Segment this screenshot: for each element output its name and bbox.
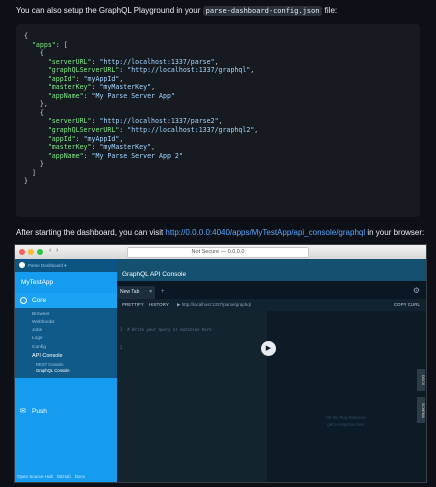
dashboard-sidebar: Parse Dashboard ▾ MyTestApp Core Browser… [15,259,117,482]
sidebar-item-jobs[interactable]: Jobs [32,328,42,333]
sidebar-item-browser[interactable]: Browser [32,312,50,317]
history-button[interactable]: HISTORY [149,299,169,311]
parse-logo-icon [19,262,25,268]
code-line: "appId": "myAppId", [47,74,124,83]
code-line: "masterKey": "myMasterKey", [47,143,156,152]
main-panel: GraphQL API Console New Tab × + ⚙ PRETTI… [117,259,426,482]
push-icon: ✉ [20,408,26,415]
endpoint-input[interactable]: ▶ http://localhost:1337/parse/graphql [177,299,251,311]
close-window-icon[interactable] [19,249,25,255]
config-file-name: parse-dashboard-config.json [202,6,323,16]
sidebar-item-logs[interactable]: Logs [32,336,42,341]
json-code-block: { "apps": [ { "serverURL": "http://local… [16,24,420,217]
sidebar-item-webhooks[interactable]: Webhooks [32,320,55,325]
code-line: } [24,177,28,186]
after-paragraph: After starting the dashboard, you can vi… [16,228,424,237]
response-hint-line1: Hit the Play Button to [326,415,366,420]
main-header: GraphQL API Console [117,259,426,281]
sidebar-item-api-console[interactable]: API Console [32,353,63,359]
forward-arrow-icon[interactable]: › [56,247,58,254]
code-line: "apps": [ [31,40,68,49]
graphql-toolbar: PRETTIFY HISTORY ▶ http://localhost:1337… [117,299,426,311]
code-line: } [24,160,44,169]
core-label: Core [32,297,47,304]
code-line: "appId": "myAppId", [47,134,124,143]
code-line: }, [24,100,48,109]
push-label: Push [32,408,47,415]
browser-titlebar: ‹ › Not Secure — 0.0.0.0 [15,245,426,260]
code-line: "appName": "My Parse Server App" [47,91,175,100]
brand-label[interactable]: Parse Dashboard ▾ [28,263,67,269]
code-line: { [24,49,44,58]
response-hint-line2: get a response here [327,422,365,427]
sidebar-item-rest-console[interactable]: REST Console [36,362,64,367]
footer-link-docs[interactable]: Docs [75,474,85,479]
footer-link-open-source[interactable]: Open Source Hub [17,474,53,479]
core-submenu: Browser Webhooks Jobs Logs Config API Co… [15,308,117,378]
sidebar-footer: Open Source Hub GitHub Docs [17,474,85,479]
after-text: After starting the dashboard, you can vi… [16,228,166,237]
sidebar-brand-bar: Parse Dashboard ▾ [15,259,117,272]
page-title: GraphQL API Console [122,271,187,278]
code-line: "masterKey": "myMasterKey", [47,83,156,92]
minimize-window-icon[interactable] [28,249,34,255]
schema-tab[interactable]: SCHEMA [417,397,425,423]
after-text-end: in your browser: [365,228,425,237]
query-editor[interactable]: 1 # Write your query or mutation here 2 [117,311,267,482]
response-panel [267,311,426,482]
editor-line: 1 # Write your query or mutation here [120,327,212,332]
code-line: "serverURL": "http://localhost:1337/pars… [47,57,219,66]
back-arrow-icon[interactable]: ‹ [49,247,51,254]
play-button[interactable]: ▶ [261,341,276,356]
sidebar-item-config[interactable]: Config [32,345,46,350]
code-line: "appName": "My Parse Server App 2" [47,151,183,160]
code-line: ] [24,168,36,177]
maximize-window-icon[interactable] [37,249,43,255]
dashboard-link[interactable]: http://0.0.0.0:4040/apps/MyTestApp/api_c… [165,228,365,237]
tab-label: New Tab [120,289,140,295]
tab-new-tab[interactable]: New Tab × [117,286,155,299]
intro-text-end: file: [322,6,338,15]
intro-paragraph: You can also setup the GraphQL Playgroun… [16,6,338,16]
browser-screenshot: ‹ › Not Secure — 0.0.0.0 Parse Dashboard… [14,244,427,483]
code-line: "graphQLServerURL": "http://localhost:13… [47,66,255,75]
code-line: "graphQLServerURL": "http://localhost:13… [47,126,259,135]
footer-link-github[interactable]: GitHub [57,474,71,479]
gear-icon[interactable]: ⚙ [413,286,420,295]
sidebar-item-core[interactable]: Core [15,293,117,308]
intro-text: You can also setup the GraphQL Playgroun… [16,6,203,15]
docs-tab[interactable]: DOCS [417,369,425,391]
sidebar-item-push[interactable]: ✉ Push [15,404,117,418]
address-bar[interactable]: Not Secure — 0.0.0.0 [127,247,309,258]
tab-close-icon[interactable]: × [149,286,152,299]
add-tab-button[interactable]: + [161,289,165,295]
code-line: { [24,32,28,40]
code-line: "serverURL": "http://localhost:1337/pars… [47,117,223,126]
copy-curl-button[interactable]: COPY CURL [394,299,420,311]
sidebar-item-graphql-console[interactable]: GraphQL Console [36,368,70,373]
core-icon [20,297,27,304]
editor-line: 2 [120,345,123,350]
app-name[interactable]: MyTestApp [21,279,53,286]
tabs-bar: New Tab × + [117,281,426,299]
code-line: { [24,108,44,117]
prettify-button[interactable]: PRETTIFY [122,299,144,311]
